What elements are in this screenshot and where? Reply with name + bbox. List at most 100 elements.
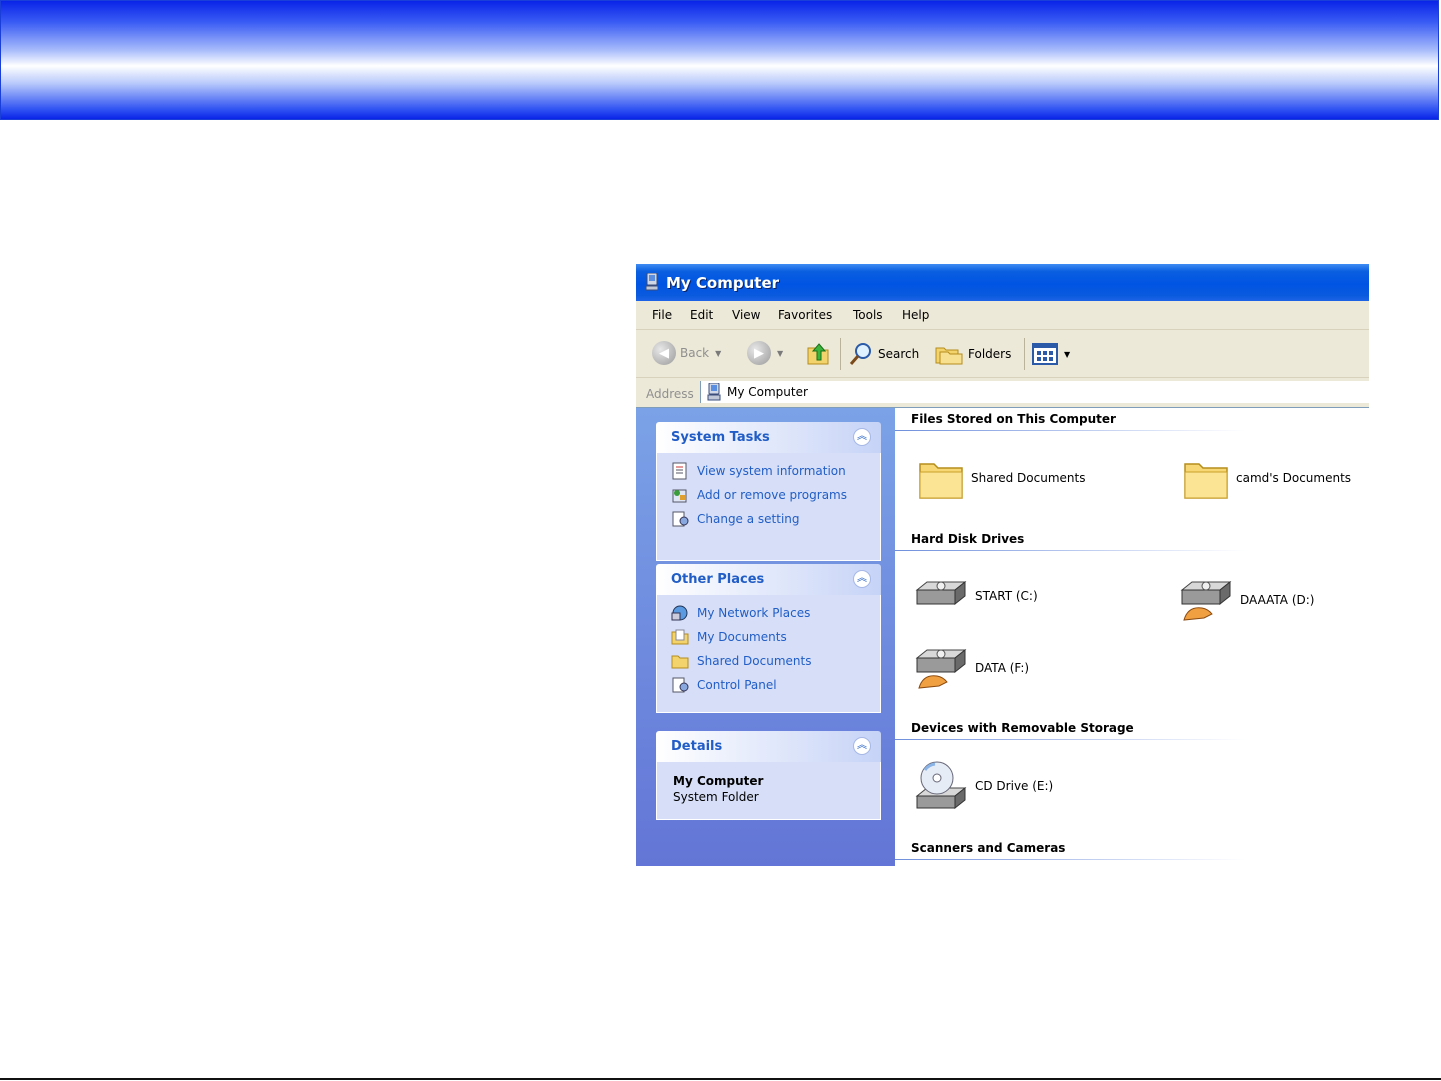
shared-folder-icon <box>671 655 689 669</box>
collapse-icon[interactable]: ︽ <box>853 737 871 755</box>
computer-icon <box>707 383 721 401</box>
control-panel-icon <box>672 677 689 693</box>
chevron-down-icon: ▼ <box>715 348 722 358</box>
search-label: Search <box>878 347 920 361</box>
group-hard-disks-title: Hard Disk Drives <box>911 532 1025 546</box>
forward-button[interactable]: ▶ ▼ <box>747 341 783 365</box>
place-label: My Documents <box>697 630 787 644</box>
item-drive-d[interactable]: DAAATA (D:) <box>1178 576 1314 624</box>
search-icon <box>849 343 871 365</box>
system-tasks-title: System Tasks <box>671 430 770 445</box>
group-removable-title: Devices with Removable Storage <box>911 721 1134 735</box>
item-label: Shared Documents <box>971 471 1086 485</box>
views-icon <box>1032 343 1058 365</box>
search-button[interactable]: Search <box>848 342 919 366</box>
place-my-network-places[interactable]: My Network Places <box>671 601 880 625</box>
chevron-down-icon: ▼ <box>1064 349 1071 359</box>
back-button[interactable]: ◀ Back ▼ <box>652 341 721 365</box>
task-change-setting[interactable]: Change a setting <box>671 507 880 531</box>
system-tasks-header[interactable]: System Tasks ︽ <box>656 422 881 453</box>
other-places-panel: Other Places ︽ My Network Places My Docu… <box>656 564 881 713</box>
details-title: Details <box>671 739 723 754</box>
slide-title-banner <box>0 0 1439 120</box>
menu-favorites[interactable]: Favorites <box>778 308 832 322</box>
folders-icon <box>935 347 963 365</box>
back-arrow-icon: ◀ <box>652 341 676 365</box>
content-area: Files Stored on This Computer Shared Doc… <box>895 408 1369 866</box>
task-label: Change a setting <box>697 512 800 526</box>
details-type: System Folder <box>673 790 759 804</box>
details-panel: Details ︽ My Computer System Folder <box>656 731 881 820</box>
folders-label: Folders <box>968 347 1012 361</box>
collapse-icon[interactable]: ︽ <box>853 570 871 588</box>
slide-footer-rule <box>0 1078 1441 1080</box>
back-label: Back <box>680 346 710 360</box>
add-remove-programs-icon <box>672 489 687 503</box>
folder-icon <box>919 463 963 499</box>
group-scanners-title: Scanners and Cameras <box>911 841 1066 855</box>
item-shared-documents[interactable]: Shared Documents <box>917 454 1085 502</box>
item-label: camd's Documents <box>1236 471 1352 485</box>
item-label: CD Drive (E:) <box>975 779 1054 793</box>
menu-edit[interactable]: Edit <box>690 308 713 322</box>
system-info-icon <box>672 462 687 480</box>
item-drive-f[interactable]: DATA (F:) <box>913 644 1029 692</box>
group-divider <box>895 550 1245 551</box>
item-user-documents[interactable]: camd's Documents <box>1182 454 1351 502</box>
address-value: My Computer <box>727 385 808 399</box>
item-label: DAAATA (D:) <box>1240 593 1315 607</box>
place-label: My Network Places <box>697 606 811 620</box>
explorer-window: My Computer File Edit View Favorites Too… <box>636 264 1369 866</box>
other-places-title: Other Places <box>671 572 765 587</box>
folders-button[interactable]: Folders <box>934 342 1011 366</box>
task-add-remove-programs[interactable]: Add or remove programs <box>671 483 880 507</box>
place-shared-documents[interactable]: Shared Documents <box>671 649 880 673</box>
group-files-title: Files Stored on This Computer <box>911 412 1116 426</box>
title-bar[interactable]: My Computer <box>636 264 1369 301</box>
address-field[interactable]: My Computer <box>700 381 1369 403</box>
group-divider <box>895 430 1245 431</box>
item-drive-c[interactable]: START (C:) <box>913 576 1038 616</box>
address-label: Address <box>646 387 694 401</box>
menu-bar: File Edit View Favorites Tools Help <box>636 301 1369 330</box>
cd-drive-icon <box>915 761 967 810</box>
place-my-documents[interactable]: My Documents <box>671 625 880 649</box>
collapse-icon[interactable]: ︽ <box>853 428 871 446</box>
forward-arrow-icon: ▶ <box>747 341 771 365</box>
task-view-system-information[interactable]: View system information <box>671 459 880 483</box>
place-label: Control Panel <box>697 678 777 692</box>
place-control-panel[interactable]: Control Panel <box>671 673 880 697</box>
menu-help[interactable]: Help <box>902 308 929 322</box>
task-pane: System Tasks ︽ View system information A… <box>636 408 895 866</box>
address-bar: Address My Computer <box>636 378 1369 409</box>
my-documents-icon <box>671 629 689 645</box>
hard-drive-icon <box>915 580 967 606</box>
shared-hard-drive-icon <box>1180 580 1232 621</box>
task-label: Add or remove programs <box>697 488 847 502</box>
folder-icon <box>1184 463 1228 499</box>
item-label: DATA (F:) <box>975 661 1030 675</box>
menu-view[interactable]: View <box>732 308 760 322</box>
toolbar-separator <box>1024 338 1025 370</box>
folder-up-icon <box>807 343 829 365</box>
computer-icon <box>646 273 658 291</box>
menu-file[interactable]: File <box>652 308 672 322</box>
shared-hard-drive-icon <box>915 648 967 689</box>
details-name: My Computer <box>673 774 764 788</box>
details-header[interactable]: Details ︽ <box>656 731 881 762</box>
group-divider <box>895 739 1245 740</box>
chevron-down-icon: ▼ <box>777 348 784 358</box>
task-label: View system information <box>697 464 846 478</box>
place-label: Shared Documents <box>697 654 812 668</box>
menu-tools[interactable]: Tools <box>853 308 883 322</box>
system-tasks-panel: System Tasks ︽ View system information A… <box>656 422 881 561</box>
item-cd-drive[interactable]: CD Drive (E:) <box>913 758 1053 814</box>
toolbar-separator <box>840 338 841 370</box>
control-panel-icon <box>672 511 689 527</box>
network-places-icon <box>671 605 688 621</box>
other-places-header[interactable]: Other Places ︽ <box>656 564 881 595</box>
up-folder-button[interactable] <box>806 340 832 366</box>
item-label: START (C:) <box>975 589 1038 603</box>
views-button[interactable]: ▼ <box>1032 343 1070 365</box>
group-divider <box>895 859 1245 860</box>
